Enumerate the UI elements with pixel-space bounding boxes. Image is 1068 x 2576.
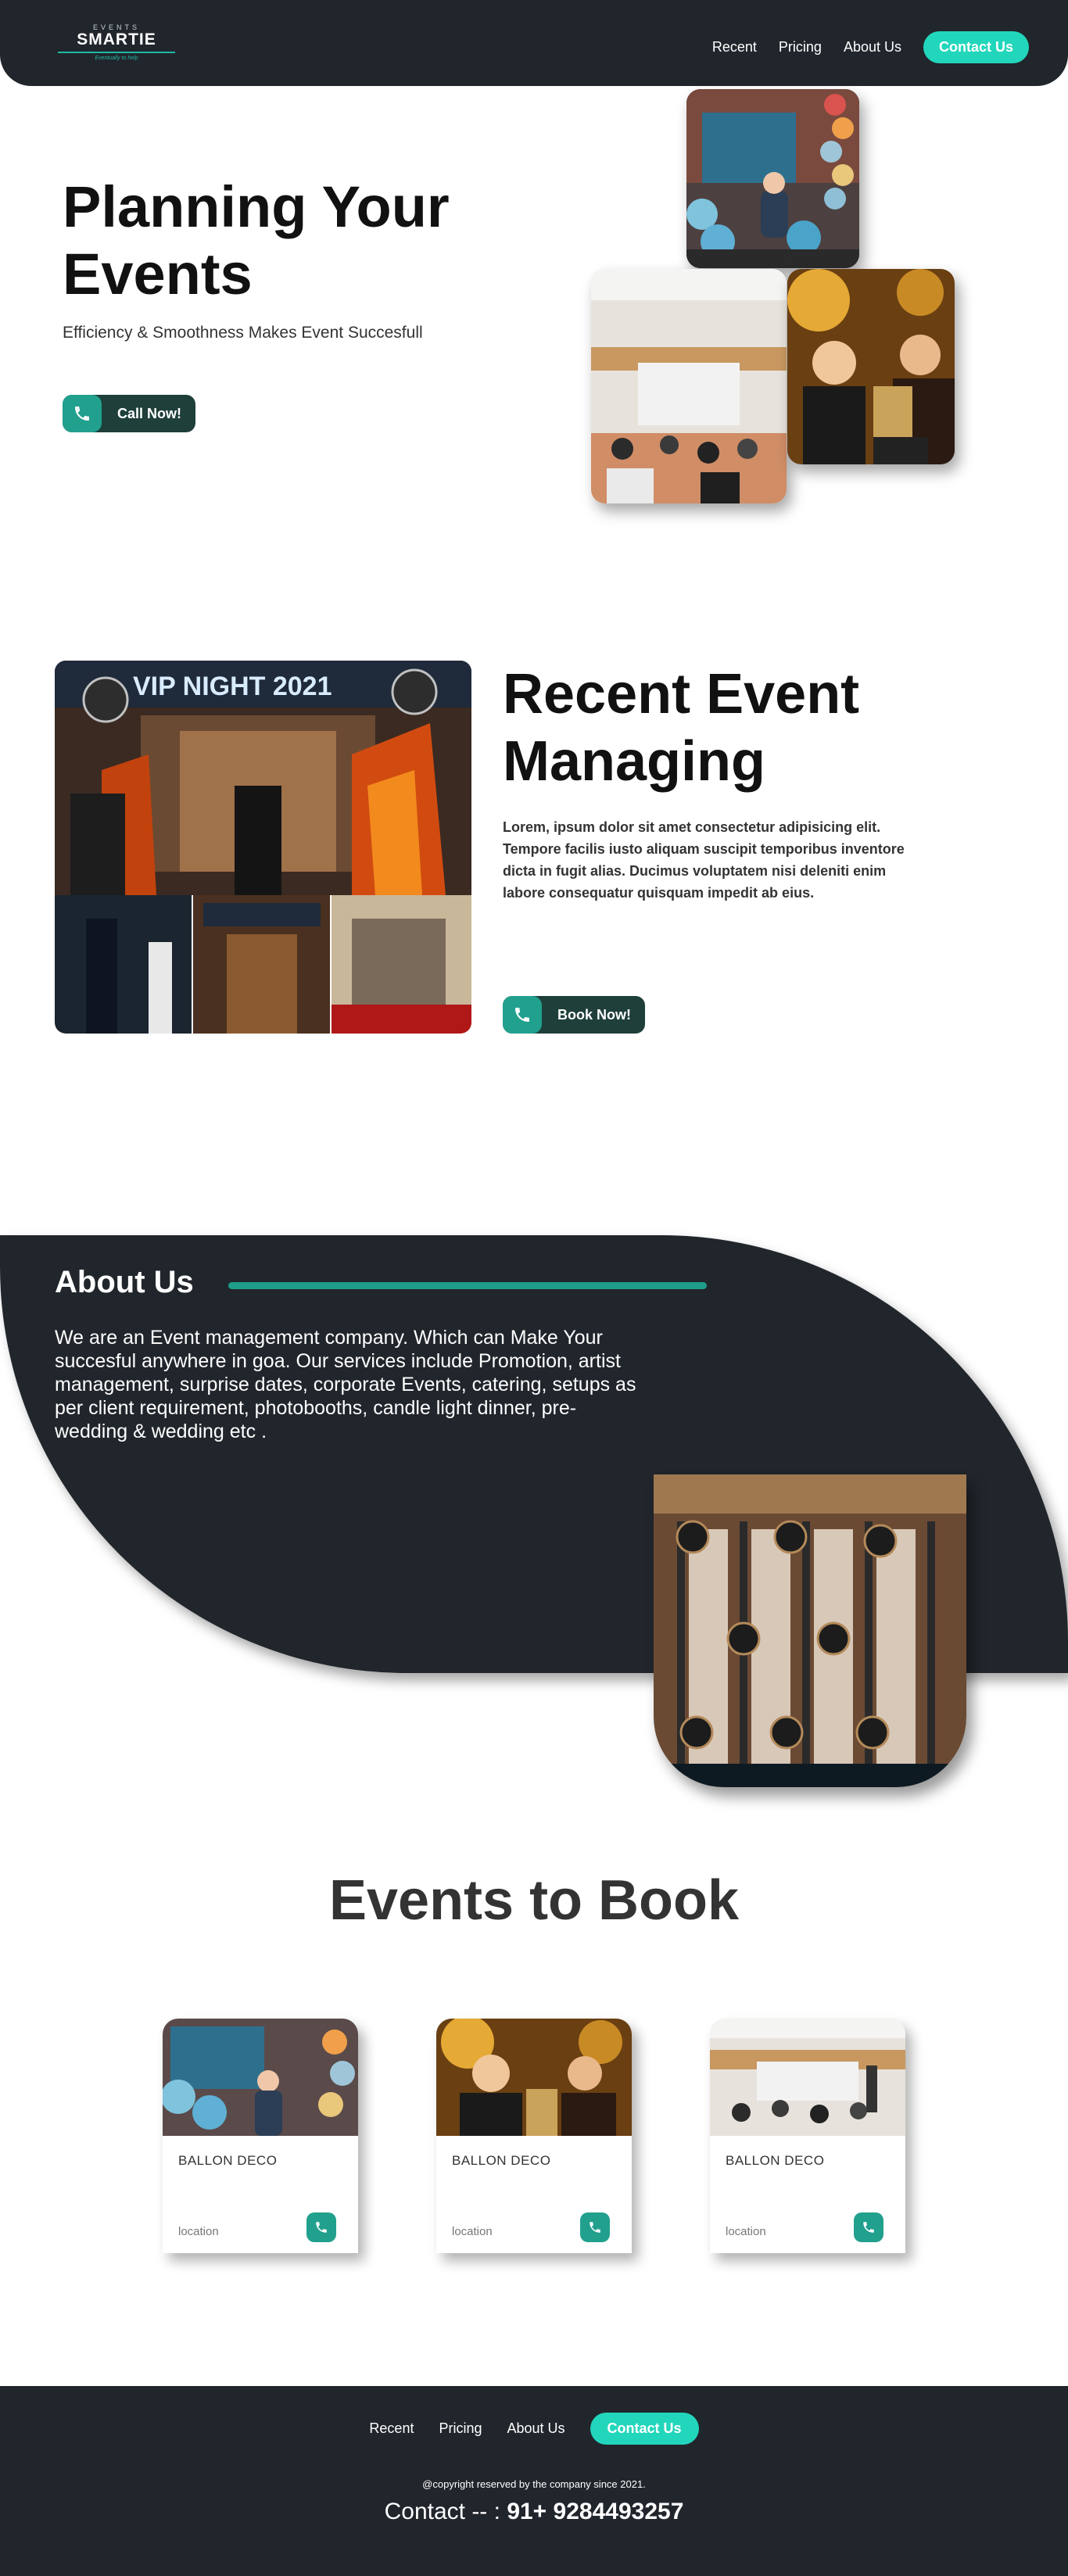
call-now-button[interactable]: Call Now! <box>63 395 196 432</box>
phone-icon <box>63 395 102 432</box>
event-card-call-button[interactable] <box>306 2212 336 2242</box>
footer: Recent Pricing About Us Contact Us @copy… <box>0 2386 1068 2576</box>
phone-icon <box>863 2222 874 2233</box>
footer-links: Recent Pricing About Us Contact Us <box>0 2413 1068 2445</box>
logo-main-text: SMARTIE <box>77 30 156 48</box>
page: EVENTS SMARTIE Eventually to help Recent… <box>0 0 1068 2576</box>
hero-subtitle: Efficiency & Smoothness Makes Event Succ… <box>63 324 423 342</box>
call-now-label: Call Now! <box>117 405 182 421</box>
about-photo-backdrop <box>654 1474 966 1787</box>
hero-title: Planning Your Events <box>63 174 450 308</box>
footer-link-about[interactable]: About Us <box>507 2420 565 2437</box>
book-now-button[interactable]: Book Now! <box>503 996 645 1034</box>
recent-title-line2: Managing <box>503 730 765 793</box>
hero-photo-office <box>591 269 787 503</box>
hero-photo-party <box>787 269 955 464</box>
hero-photo-balloons <box>686 89 859 268</box>
contact-phone[interactable]: 91+ 9284493257 <box>507 2499 683 2524</box>
vip-banner-text: VIP NIGHT 2021 <box>133 672 332 701</box>
event-card-call-button[interactable] <box>854 2212 883 2242</box>
copyright-text: @copyright reserved by the company since… <box>422 2478 646 2490</box>
hero-title-line1: Planning Your <box>63 174 450 239</box>
logo[interactable]: EVENTS SMARTIE Eventually to help <box>58 23 175 70</box>
nav-links: Recent Pricing About Us Contact Us <box>712 31 1029 63</box>
contact-line: Contact -- : 91+ 9284493257 <box>0 2499 1068 2525</box>
top-nav: EVENTS SMARTIE Eventually to help Recent… <box>0 0 1068 86</box>
recent-event-collage: VIP NIGHT 2021 <box>55 661 471 1034</box>
event-card-location: location <box>178 2225 219 2238</box>
recent-title-line1: Recent Event <box>503 663 860 726</box>
footer-link-recent[interactable]: Recent <box>369 2420 414 2437</box>
nav-link-about[interactable]: About Us <box>844 39 901 56</box>
event-card-title: BALLON DECO <box>178 2153 278 2168</box>
event-card-location: location <box>452 2225 493 2238</box>
logo-tagline: Eventually to help <box>95 56 138 61</box>
event-card-image <box>436 2019 632 2136</box>
recent-description: Lorem, ipsum dolor sit amet consectetur … <box>503 819 905 901</box>
footer-contact-button[interactable]: Contact Us <box>590 2413 699 2445</box>
event-card[interactable]: BALLON DECO location <box>710 2019 905 2253</box>
nav-link-recent[interactable]: Recent <box>712 39 757 56</box>
about-title: About Us <box>55 1265 194 1299</box>
nav-link-pricing[interactable]: Pricing <box>779 39 822 56</box>
logo-rule <box>58 52 175 53</box>
event-card-title: BALLON DECO <box>726 2153 825 2168</box>
phone-icon <box>316 2222 327 2233</box>
event-card-title: BALLON DECO <box>452 2153 551 2168</box>
event-card-image <box>710 2019 905 2136</box>
recent-title: Recent Event Managing <box>503 661 859 795</box>
event-card-image <box>163 2019 358 2136</box>
event-card-call-button[interactable] <box>580 2212 610 2242</box>
about-description: We are an Event management company. Whic… <box>55 1327 636 1442</box>
footer-link-pricing[interactable]: Pricing <box>439 2420 482 2437</box>
events-title: Events to Book <box>328 1869 740 1932</box>
event-card[interactable]: BALLON DECO location <box>436 2019 632 2253</box>
book-now-label: Book Now! <box>557 1006 631 1023</box>
contact-label: Contact -- : <box>384 2499 507 2524</box>
contact-us-button[interactable]: Contact Us <box>923 31 1029 63</box>
about-title-rule <box>228 1282 707 1289</box>
event-card[interactable]: BALLON DECO location <box>163 2019 358 2253</box>
event-card-location: location <box>726 2225 766 2238</box>
phone-icon <box>503 996 542 1034</box>
phone-icon <box>590 2222 600 2233</box>
hero-title-line2: Events <box>63 242 253 306</box>
